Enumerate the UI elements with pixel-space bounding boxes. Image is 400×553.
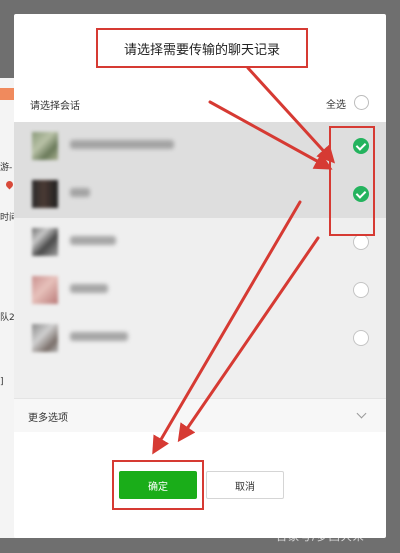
chevron-down-icon[interactable] — [356, 408, 367, 419]
conversation-avatar — [32, 324, 58, 352]
checkbox-highlight-annotation — [329, 126, 375, 236]
list-header-label: 请选择会话 — [30, 101, 80, 112]
background-text-3: 队2 — [0, 313, 15, 323]
conversation-checkbox[interactable] — [353, 330, 369, 346]
cancel-button[interactable]: 取消 — [206, 471, 284, 499]
list-header: 请选择会话 全选 — [14, 86, 386, 122]
background-text-1: 游- — [0, 163, 13, 173]
more-options-row[interactable]: 更多选项 — [14, 398, 386, 432]
conversation-item[interactable] — [14, 314, 386, 362]
conversation-avatar — [32, 276, 58, 304]
conversation-name-obscured — [70, 284, 108, 293]
conversation-name-obscured — [70, 236, 116, 245]
conversation-name-obscured — [70, 332, 128, 341]
conversation-checkbox[interactable] — [353, 234, 369, 250]
conversation-name-obscured — [70, 188, 90, 197]
select-all-label: 全选 — [326, 100, 346, 111]
background-app-accent — [0, 88, 14, 100]
conversation-checkbox[interactable] — [353, 282, 369, 298]
conversation-item[interactable] — [14, 266, 386, 314]
select-all-radio[interactable] — [354, 95, 369, 110]
conversation-avatar — [32, 228, 58, 256]
conversation-avatar — [32, 132, 58, 160]
conversation-name-obscured — [70, 140, 174, 149]
dialog-title: 请选择需要传输的聊天记录 — [96, 28, 308, 68]
conversation-avatar — [32, 180, 58, 208]
more-options-label: 更多选项 — [28, 413, 68, 424]
chat-transfer-dialog: 请选择需要传输的聊天记录 请选择会话 全选 更多选项 确定 取消 — [14, 14, 386, 538]
watermark-text: 百家号/梦回大宋 — [276, 530, 365, 543]
confirm-highlight-annotation — [112, 460, 204, 510]
background-text-4: ] — [0, 377, 4, 387]
